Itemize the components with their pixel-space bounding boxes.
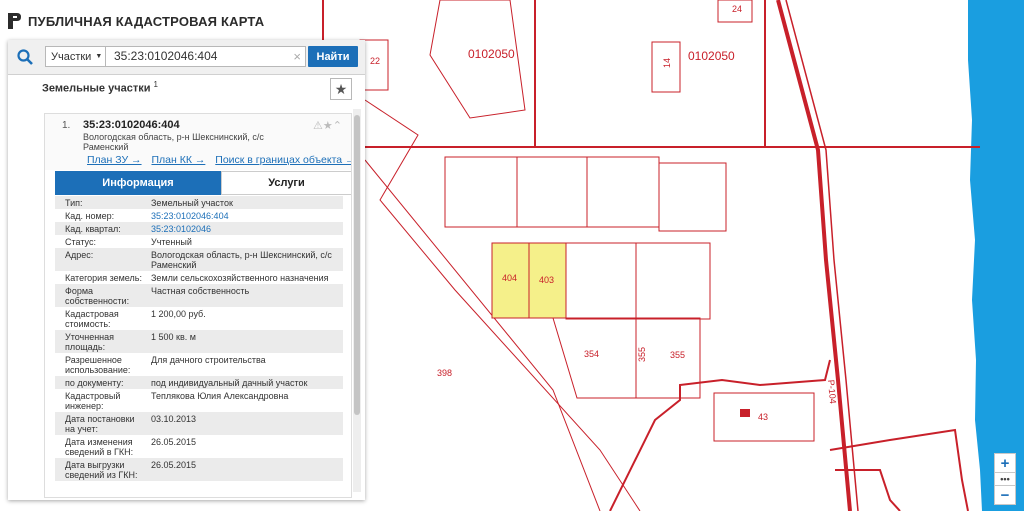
info-table: Тип: Земельный участок Кад. номер: 35:23:01…	[55, 196, 343, 481]
map-label: 0102050	[688, 49, 735, 63]
map-label: 24	[732, 4, 742, 14]
zoom-dots: •••	[994, 473, 1016, 485]
result-links: План ЗУ → План КК → Поиск в границах объ…	[87, 154, 351, 166]
result-index: 1.	[62, 120, 71, 131]
info-key: Дата постановки на учет:	[65, 414, 135, 434]
info-row: Разрешенное использование: Для дачного ст…	[55, 353, 343, 376]
info-value: Теплякова Юлия Александровна	[151, 391, 289, 401]
info-row: Адрес: Вологодская область, р-н Шекснинск…	[55, 248, 343, 271]
info-value: Земли сельскохозяйственного назначения	[151, 273, 329, 283]
map-label: 43	[758, 412, 768, 422]
info-value: 03.10.2013	[151, 414, 197, 424]
rosreestr-logo-icon	[8, 13, 21, 29]
info-key: Разрешенное использование:	[65, 355, 131, 375]
info-key: Статус:	[65, 237, 96, 247]
info-value[interactable]: 35:23:0102046:404	[147, 209, 343, 222]
zoom-in-button[interactable]: +	[994, 453, 1016, 473]
search-icon[interactable]	[16, 48, 34, 66]
info-value: 26.05.2015	[151, 437, 197, 447]
clear-icon[interactable]: ×	[293, 47, 301, 66]
info-value: Вологодская область, р-н Шекснинский, с/…	[151, 250, 332, 270]
result-address: Вологодская область, р-н Шекснинский, с/…	[83, 132, 264, 152]
scrollbar-thumb[interactable]	[354, 115, 360, 415]
info-value: 26.05.2015	[151, 460, 197, 470]
info-value: Учтенный	[151, 237, 192, 247]
zoom-out-button[interactable]: −	[994, 485, 1016, 505]
info-key: Кад. номер:	[65, 211, 115, 221]
info-row: по документу: под индивидуальный дачный у…	[55, 376, 343, 389]
result-actions-icon[interactable]: ⚠★⌃	[313, 119, 342, 132]
info-row: Дата выгрузки сведений из ГКН: 26.05.2015	[55, 458, 343, 481]
map-label: 398	[437, 368, 452, 378]
info-row: Форма собственности: Частная собственност…	[55, 284, 343, 307]
find-button[interactable]: Найти	[308, 46, 358, 67]
info-key: Кадастровый инженер:	[65, 391, 121, 411]
info-key: Категория земель:	[65, 273, 142, 283]
info-key: Форма собственности:	[65, 286, 130, 306]
info-row: Кад. квартал: 35:23:0102046	[55, 222, 343, 235]
info-value: Земельный участок	[151, 198, 233, 208]
star-icon: ★	[334, 80, 348, 97]
search-type-label: Участки	[51, 50, 92, 63]
search-input-value: 35:23:0102046:404	[114, 49, 218, 63]
info-row: Кадастровая стоимость: 1 200,00 руб.	[55, 307, 343, 330]
map-label: 403	[539, 275, 554, 285]
info-value: под индивидуальный дачный участок	[151, 378, 308, 388]
map-label: 22	[370, 56, 380, 66]
search-type-select[interactable]: Участки ▼	[45, 46, 106, 67]
link-plan-zu[interactable]: План ЗУ →	[87, 154, 142, 166]
tab-info[interactable]: Информация	[55, 171, 221, 195]
result-cadastral-number[interactable]: 35:23:0102046:404	[83, 119, 180, 131]
result-card: 1. 35:23:0102046:404 ⚠★⌃ Вологодская обл…	[44, 113, 352, 498]
info-row: Категория земель: Земли сельскохозяйствен…	[55, 271, 343, 284]
map-label: 355	[637, 347, 647, 362]
map-label: 354	[584, 349, 599, 359]
info-row: Дата изменения сведений в ГКН: 26.05.2015	[55, 435, 343, 458]
result-card-header[interactable]: 1. 35:23:0102046:404 ⚠★⌃ Вологодская обл…	[45, 114, 351, 170]
info-key: Тип:	[65, 198, 83, 208]
tab-services[interactable]: Услуги	[221, 171, 351, 195]
info-value[interactable]: 35:23:0102046	[147, 222, 343, 235]
map-label: 404	[502, 273, 517, 283]
chevron-down-icon: ▼	[95, 53, 103, 60]
info-key: Кад. квартал:	[65, 224, 121, 234]
info-value: Для дачного строительства	[151, 355, 266, 365]
info-key: по документу:	[65, 378, 124, 388]
info-value: 1 500 кв. м	[151, 332, 196, 342]
app-header: ПУБЛИЧНАЯ КАДАСТРОВАЯ КАРТА	[6, 9, 264, 33]
info-key: Кадастровая стоимость:	[65, 309, 119, 329]
results-title-label: Земельные участки	[42, 82, 151, 95]
scrollbar[interactable]	[353, 109, 361, 492]
info-row: Уточненная площадь: 1 500 кв. м	[55, 330, 343, 353]
tabs: Информация Услуги	[55, 171, 351, 195]
info-key: Дата выгрузки сведений из ГКН:	[65, 460, 138, 480]
favorite-star-button[interactable]: ★	[330, 78, 352, 100]
results-count: 1	[153, 80, 158, 89]
search-input[interactable]: 35:23:0102046:404 ×	[106, 46, 306, 67]
info-key: Уточненная площадь:	[65, 332, 115, 352]
info-value: 1 200,00 руб.	[151, 309, 206, 319]
info-key: Адрес:	[65, 250, 94, 260]
info-row: Кадастровый инженер: Теплякова Юлия Алекс…	[55, 389, 343, 412]
zoom-controls: + ••• −	[994, 453, 1016, 505]
search-bar: Участки ▼ 35:23:0102046:404 × Найти	[8, 40, 365, 75]
link-plan-kk[interactable]: План КК →	[151, 154, 205, 166]
app-title: ПУБЛИЧНАЯ КАДАСТРОВАЯ КАРТА	[28, 13, 265, 29]
map-label: 14	[662, 58, 672, 68]
link-search-bounds[interactable]: Поиск в границах объекта →	[215, 154, 351, 166]
results-title: Земельные участки 1	[42, 80, 158, 95]
map-label: 0102050	[468, 47, 515, 61]
map-label: Р-104	[826, 379, 838, 404]
info-row: Тип: Земельный участок	[55, 196, 343, 209]
info-key: Дата изменения сведений в ГКН:	[65, 437, 134, 457]
map-label: 355	[670, 350, 685, 360]
info-row: Статус: Учтенный	[55, 235, 343, 248]
info-row: Дата постановки на учет: 03.10.2013	[55, 412, 343, 435]
info-row: Кад. номер: 35:23:0102046:404	[55, 209, 343, 222]
info-value: Частная собственность	[151, 286, 250, 296]
